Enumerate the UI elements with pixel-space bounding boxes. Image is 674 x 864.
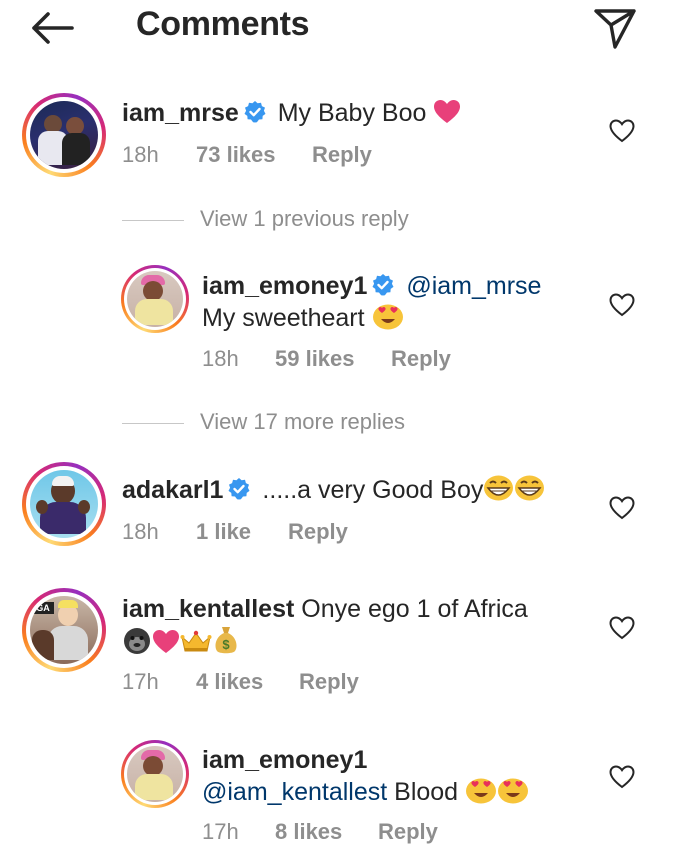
view-more-label: View 17 more replies xyxy=(200,409,406,434)
heart-eyes-emoji xyxy=(498,778,529,804)
grin-emoji xyxy=(515,475,545,501)
comment-username[interactable]: iam_emoney1 xyxy=(202,746,367,774)
heart-outline-icon[interactable] xyxy=(608,615,636,641)
divider xyxy=(122,219,184,221)
mention-link[interactable]: @iam_kentallest xyxy=(202,778,387,806)
money-bag-emoji: $ xyxy=(215,627,237,654)
divider xyxy=(122,422,184,424)
gorilla-emoji xyxy=(124,628,150,654)
avatar[interactable] xyxy=(22,462,106,546)
heart-outline-icon[interactable] xyxy=(608,495,636,521)
grin-emoji xyxy=(484,475,514,501)
comment-text: My sweetheart xyxy=(202,304,365,332)
comment-text: Blood xyxy=(394,778,459,806)
comment-username[interactable]: iam_kentallest xyxy=(122,595,294,623)
pink-heart-emoji xyxy=(153,630,179,653)
view-previous-label: View 1 previous reply xyxy=(200,206,409,231)
paper-plane-icon[interactable] xyxy=(592,6,638,50)
likes-count[interactable]: 1 like xyxy=(196,519,288,545)
comment-time: 18h xyxy=(122,142,159,167)
likes-count[interactable]: 59 likes xyxy=(275,346,391,372)
page-title: Comments xyxy=(136,5,310,43)
heart-outline-icon[interactable] xyxy=(608,764,636,790)
verified-badge-icon xyxy=(372,274,394,296)
mention-link[interactable]: @iam_mrse xyxy=(406,272,541,300)
view-previous-replies[interactable]: View 1 previous reply xyxy=(122,206,409,232)
svg-text:$: $ xyxy=(222,637,230,652)
heart-eyes-emoji xyxy=(466,778,497,804)
pink-heart-emoji xyxy=(434,100,461,123)
reply-button[interactable]: Reply xyxy=(312,142,372,168)
likes-count[interactable]: 4 likes xyxy=(196,669,299,695)
heart-outline-icon[interactable] xyxy=(608,118,636,144)
heart-outline-icon[interactable] xyxy=(608,292,636,318)
heart-eyes-emoji xyxy=(372,304,403,330)
view-more-replies[interactable]: View 17 more replies xyxy=(122,409,405,435)
header: Comments xyxy=(0,0,674,58)
avatar[interactable] xyxy=(121,740,189,808)
comment-time: 17h xyxy=(122,669,159,694)
avatar[interactable] xyxy=(22,93,106,177)
verified-badge-icon xyxy=(244,101,266,123)
crown-emoji xyxy=(180,630,212,652)
reply-button[interactable]: Reply xyxy=(288,519,348,545)
likes-count[interactable]: 8 likes xyxy=(275,819,378,845)
comment-text: My Baby Boo xyxy=(277,99,427,127)
comment-text: .....a very Good Boy xyxy=(262,476,484,504)
likes-count[interactable]: 73 likes xyxy=(196,142,312,168)
verified-badge-icon xyxy=(228,478,250,500)
comment-time: 17h xyxy=(202,819,239,844)
reply-button[interactable]: Reply xyxy=(391,346,451,372)
avatar[interactable]: GA xyxy=(22,588,106,672)
comment-text: Onye ego 1 of Africa xyxy=(301,595,528,623)
reply-button[interactable]: Reply xyxy=(299,669,359,695)
arrow-left-icon[interactable] xyxy=(28,8,76,48)
comment-username[interactable]: adakarl1 xyxy=(122,476,223,504)
avatar[interactable] xyxy=(121,265,189,333)
comment-time: 18h xyxy=(202,346,239,371)
reply-button[interactable]: Reply xyxy=(378,819,438,845)
comment-username[interactable]: iam_mrse xyxy=(122,99,239,127)
comment-username[interactable]: iam_emoney1 xyxy=(202,272,367,300)
comment-time: 18h xyxy=(122,519,159,544)
